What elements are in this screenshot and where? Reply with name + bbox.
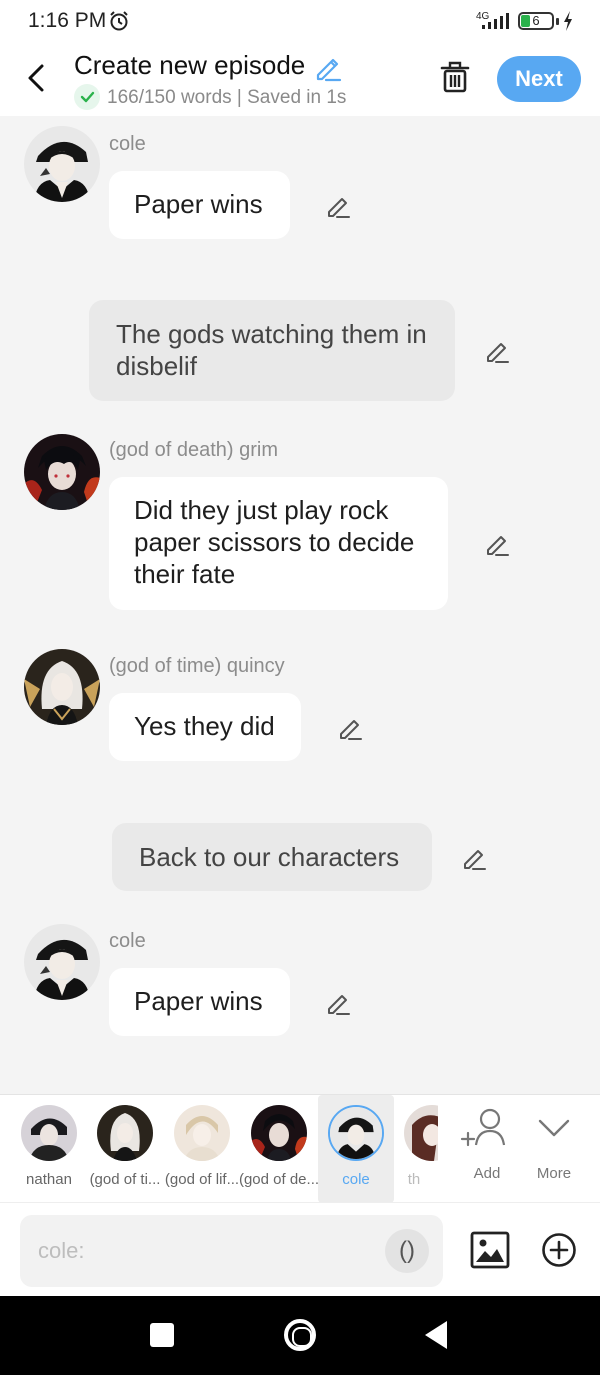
next-button[interactable]: Next [497,56,581,102]
alarm-icon [110,11,128,31]
speaker-name: (god of death) grim [109,439,278,461]
character-label: (god of ti... [89,1171,161,1188]
back-icon[interactable] [20,58,54,98]
avatar [404,1105,438,1161]
character-chip[interactable]: (god of lif... [164,1095,240,1202]
edit-message-icon[interactable] [483,530,511,558]
character-label: th [407,1171,421,1188]
avatar [174,1105,230,1161]
page-title: Create new episode [74,50,306,80]
header: Create new episode 166/150 words | Saved… [0,44,600,116]
narration-bubble[interactable]: Back to our characters [112,823,432,891]
narration-toggle-button[interactable]: () [385,1229,429,1273]
avatar [21,1105,77,1161]
home-button[interactable] [284,1319,316,1351]
status-bar: 1:16 PM 4G 6 [0,0,600,44]
add-character-button[interactable]: Add [456,1105,518,1193]
speaker-name: cole [109,133,146,155]
speaker-name: cole [109,930,146,952]
avatar [97,1105,153,1161]
input-bar: () [0,1202,600,1296]
character-chip[interactable]: th [394,1095,438,1202]
character-chip[interactable]: (god of de... [239,1095,319,1202]
signal-icon: 4G [476,11,509,29]
edit-message-icon[interactable] [324,192,352,220]
speaker-name: (god of time) quincy [109,655,285,677]
character-label: cole [342,1171,370,1188]
character-label: nathan [26,1171,72,1188]
avatar[interactable] [24,434,100,510]
recents-button[interactable] [150,1323,174,1347]
more-label: More [536,1165,572,1182]
image-icon[interactable] [470,1231,510,1269]
edit-message-icon[interactable] [460,844,488,872]
system-back-button[interactable] [425,1321,447,1349]
status-time: 1:16 PM [28,9,107,32]
dialogue-bubble[interactable]: Did they just play rock paper scissors t… [109,477,448,610]
avatar [251,1105,307,1161]
plus-circle-icon[interactable] [541,1232,577,1268]
system-nav-bar [0,1296,600,1375]
edit-title-icon[interactable] [313,52,343,82]
chat-area[interactable]: cole Paper wins The gods watching them i… [0,116,600,1094]
chevron-down-icon [538,1119,570,1137]
battery-level: 6 [532,13,540,28]
character-chip-selected[interactable]: cole [318,1095,394,1202]
add-label: Add [473,1165,501,1182]
avatar[interactable] [24,649,100,725]
avatar[interactable] [24,924,100,1000]
avatar[interactable] [24,126,100,202]
edit-message-icon[interactable] [483,337,511,365]
character-chip[interactable]: (god of ti... [87,1095,163,1202]
word-count-status: 166/150 words | Saved in 1s [107,87,347,108]
charging-icon [564,11,572,31]
avatar [328,1105,384,1161]
edit-message-icon[interactable] [336,714,364,742]
narration-bubble[interactable]: The gods watching them in disbelif [89,300,455,401]
dialogue-bubble[interactable]: Yes they did [109,693,301,761]
more-button[interactable]: More [524,1105,584,1193]
character-label: (god of lif... [164,1171,240,1188]
battery-icon: 6 [518,12,554,30]
dialogue-bubble[interactable]: Paper wins [109,968,290,1036]
edit-message-icon[interactable] [324,989,352,1017]
character-label: (god of de... [238,1171,320,1188]
network-type: 4G [476,11,490,22]
character-strip: nathan (god of ti... (god of lif... (god… [0,1094,600,1202]
message-input[interactable] [38,1227,378,1275]
saved-check-icon [74,84,100,110]
character-chip[interactable]: nathan [11,1095,87,1202]
add-user-icon [460,1108,506,1147]
dialogue-bubble[interactable]: Paper wins [109,171,290,239]
message-input-box: () [20,1215,443,1287]
trash-icon[interactable] [438,58,472,96]
